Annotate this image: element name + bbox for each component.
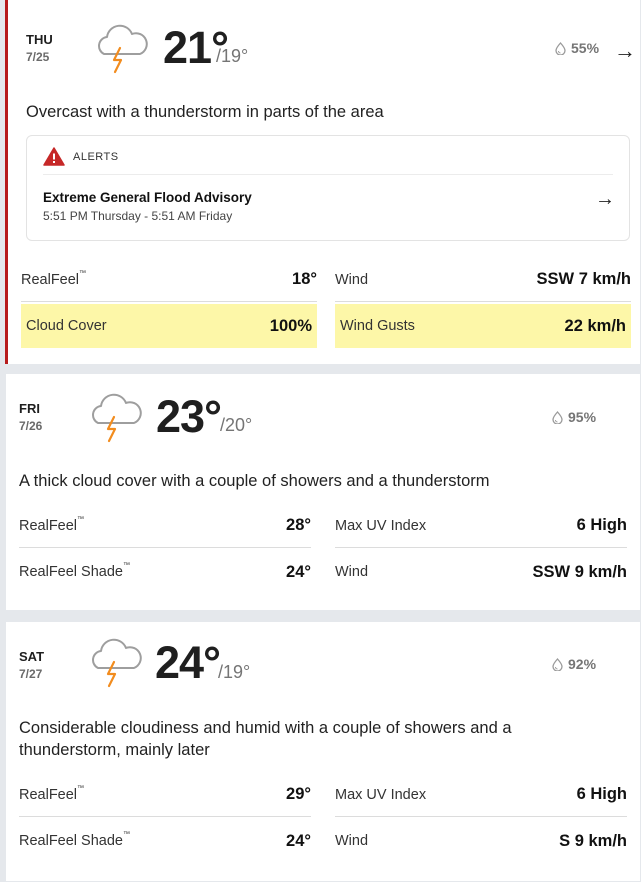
stat-value: 18° bbox=[292, 270, 317, 288]
stat-row: RealFeel™ 28° bbox=[19, 504, 311, 548]
alerts-label: ALERTS bbox=[73, 150, 119, 163]
stat-label: Wind bbox=[335, 564, 369, 580]
stat-label: Cloud Cover bbox=[26, 318, 107, 334]
stat-label: RealFeel™ bbox=[19, 784, 85, 803]
stat-label: RealFeel™ bbox=[21, 269, 87, 288]
stat-row: Wind SSW 7 km/h bbox=[335, 258, 631, 302]
thunderstorm-icon bbox=[91, 638, 142, 688]
precip-value: 55% bbox=[571, 40, 600, 56]
day-date: 7/25 bbox=[26, 50, 50, 64]
stat-label: Wind bbox=[335, 833, 369, 849]
divider bbox=[43, 174, 613, 175]
stat-row-highlighted: Wind Gusts 22 km/h bbox=[335, 304, 631, 348]
stat-row: Max UV Index 6 High bbox=[335, 773, 627, 817]
forecast-phrase: A thick cloud cover with a couple of sho… bbox=[19, 472, 490, 490]
stat-label: Wind Gusts bbox=[340, 318, 415, 334]
daily-forecast-card[interactable]: THU 7/25 21° /19° 55% → Overcast with a … bbox=[5, 0, 640, 364]
day-name: FRI bbox=[19, 401, 40, 416]
day-name: THU bbox=[26, 32, 53, 47]
alert-box[interactable]: ALERTS Extreme General Flood Advisory 5:… bbox=[26, 135, 630, 241]
stat-value: S 9 km/h bbox=[559, 831, 627, 850]
thunderstorm-icon bbox=[91, 393, 142, 443]
stat-value: SSW 9 km/h bbox=[532, 562, 627, 581]
stat-value: 6 High bbox=[576, 516, 627, 534]
stat-label: RealFeel Shade™ bbox=[19, 831, 130, 849]
alert-title[interactable]: Extreme General Flood Advisory bbox=[43, 190, 252, 205]
stat-row: RealFeel™ 29° bbox=[19, 773, 311, 817]
stat-value: 6 High bbox=[576, 785, 627, 803]
stat-row: RealFeel Shade™ 24° bbox=[19, 550, 311, 594]
forecast-phrase: Considerable cloudiness and humid with a… bbox=[19, 719, 512, 759]
day-name: SAT bbox=[19, 649, 45, 664]
stat-row: Max UV Index 6 High bbox=[335, 504, 627, 548]
precip-probability: 92% bbox=[552, 656, 596, 672]
raindrop-icon bbox=[552, 657, 563, 671]
warning-icon bbox=[43, 147, 65, 166]
precip-probability: 55% bbox=[555, 40, 599, 56]
high-temp: 24° bbox=[155, 637, 221, 688]
stat-row-highlighted: Cloud Cover 100% bbox=[21, 304, 317, 348]
stat-row: RealFeel Shade™ 24° bbox=[19, 819, 311, 863]
low-temp: /19° bbox=[218, 662, 251, 682]
stat-label: RealFeel Shade™ bbox=[19, 562, 130, 580]
stat-value: 22 km/h bbox=[564, 316, 626, 335]
stat-label: Max UV Index bbox=[335, 517, 427, 534]
stat-row: Wind SSW 9 km/h bbox=[335, 550, 627, 594]
stat-value: 29° bbox=[286, 785, 311, 803]
raindrop-icon bbox=[552, 410, 563, 424]
stat-value: 100% bbox=[269, 316, 312, 335]
thunderstorm-icon bbox=[97, 24, 148, 74]
high-temp: 23° bbox=[156, 391, 222, 442]
low-temp: /19° bbox=[216, 46, 249, 66]
daily-forecast-card[interactable]: FRI 7/26 23° /20° 95% A thick cloud cove… bbox=[6, 374, 640, 610]
daily-forecast-card[interactable]: SAT 7/27 24° /19° 92% Considerable cloud… bbox=[6, 622, 640, 881]
stat-label: RealFeel™ bbox=[19, 515, 85, 534]
precip-value: 92% bbox=[568, 656, 597, 672]
day-date: 7/26 bbox=[19, 419, 43, 433]
stat-label: Wind bbox=[335, 271, 369, 288]
arrow-right-icon[interactable]: → bbox=[614, 40, 636, 62]
stat-value: SSW 7 km/h bbox=[536, 270, 631, 288]
forecast-phrase: Overcast with a thunderstorm in parts of… bbox=[26, 103, 384, 121]
stat-row: Wind S 9 km/h bbox=[335, 819, 627, 863]
arrow-right-icon[interactable]: → bbox=[595, 188, 615, 211]
stat-row: RealFeel™ 18° bbox=[21, 258, 317, 302]
alert-time: 5:51 PM Thursday - 5:51 AM Friday bbox=[43, 209, 233, 223]
stat-value: 24° bbox=[286, 831, 311, 850]
stat-value: 24° bbox=[286, 562, 311, 581]
low-temp: /20° bbox=[220, 415, 253, 435]
stat-value: 28° bbox=[286, 516, 311, 534]
precip-value: 95% bbox=[568, 409, 597, 425]
stat-label: Max UV Index bbox=[335, 786, 427, 803]
alert-header: ALERTS bbox=[43, 147, 119, 166]
raindrop-icon bbox=[555, 41, 566, 55]
precip-probability: 95% bbox=[552, 409, 596, 425]
day-date: 7/27 bbox=[19, 667, 43, 681]
